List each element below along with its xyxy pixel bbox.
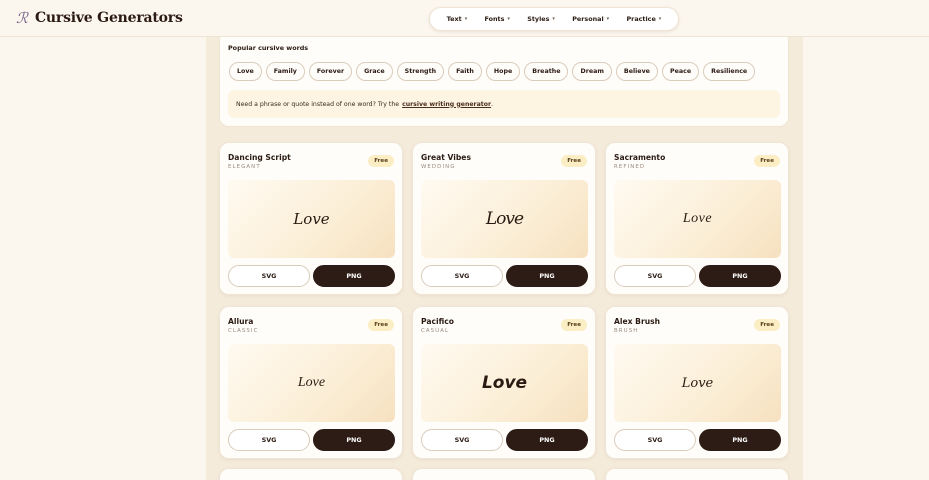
free-badge: Free [561, 155, 587, 167]
download-png-button[interactable]: PNG [313, 265, 395, 287]
font-name: Dancing Script [228, 153, 291, 162]
nav-label: Text [446, 15, 462, 23]
font-preview: Love [614, 344, 781, 422]
chevron-down-icon: ▾ [658, 16, 662, 22]
font-preview: Love [421, 344, 588, 422]
main-nav: Text ▾ Fonts ▾ Styles ▾ Personal ▾ Practice ▾ [429, 7, 679, 31]
chevron-down-icon: ▾ [552, 16, 555, 22]
chevron-down-icon: ▾ [606, 16, 610, 22]
font-tag: ELEGANT [228, 164, 261, 170]
font-name: Allura [228, 317, 254, 326]
free-badge: Free [754, 155, 780, 167]
nav-item-practice[interactable]: Practice ▾ [626, 15, 661, 23]
font-preview: Love [614, 180, 781, 258]
font-preview: Love [228, 344, 395, 422]
font-card-partial [605, 468, 789, 480]
nav-item-text[interactable]: Text ▾ [447, 15, 468, 23]
font-card-great-vibes: Great Vibes WEDDING Free Love SVG PNG [412, 142, 596, 295]
font-tag: CASUAL [421, 328, 450, 334]
popular-words-title: Popular cursive words [228, 44, 309, 52]
nav-label: Practice [626, 15, 656, 23]
font-card-partial [412, 468, 596, 480]
font-card-pacifico: Pacifico CASUAL Free Love SVG PNG [412, 306, 596, 459]
download-png-button[interactable]: PNG [506, 429, 588, 451]
font-card-dancing-script: Dancing Script ELEGANT Free Love SVG PNG [219, 142, 403, 295]
word-chip[interactable]: Family [265, 62, 305, 81]
font-tag: WEDDING [421, 164, 456, 170]
word-chip[interactable]: Dream [572, 62, 612, 81]
word-chip[interactable]: Peace [661, 62, 700, 81]
tip-end: . [491, 100, 494, 108]
nav-item-fonts[interactable]: Fonts ▾ [485, 15, 510, 23]
font-tag: BRUSH [614, 328, 639, 334]
chevron-down-icon: ▾ [464, 16, 468, 22]
font-tag: CLASSIC [228, 328, 259, 334]
nav-item-personal[interactable]: Personal ▾ [572, 15, 609, 23]
nav-item-styles[interactable]: Styles ▾ [527, 15, 555, 23]
font-preview: Love [421, 180, 588, 258]
font-card-partial [219, 468, 403, 480]
font-name: Alex Brush [614, 317, 661, 326]
font-name: Sacramento [614, 153, 666, 162]
font-card-sacramento: Sacramento REFINED Free Love SVG PNG [605, 142, 789, 295]
word-chip[interactable]: Breathe [524, 62, 569, 81]
site-header: ℛ Cursive Generators Text ▾ Fonts ▾ Styles… [0, 0, 929, 37]
nav-label: Fonts [484, 15, 505, 23]
font-tag: REFINED [614, 164, 646, 170]
word-chip[interactable]: Hope [485, 62, 521, 81]
free-badge: Free [754, 319, 780, 331]
word-chip[interactable]: Love [229, 62, 262, 81]
tip-text: Need a phrase or quote instead of one wo… [236, 100, 400, 108]
word-chip[interactable]: Strength [396, 62, 445, 81]
download-svg-button[interactable]: SVG [421, 265, 503, 287]
font-preview: Love [228, 180, 395, 258]
word-chip[interactable]: Faith [448, 62, 482, 81]
word-chip[interactable]: Resilience [703, 62, 756, 81]
download-svg-button[interactable]: SVG [228, 429, 310, 451]
font-name: Pacifico [421, 317, 454, 326]
font-name: Great Vibes [421, 153, 471, 162]
font-card-allura: Allura CLASSIC Free Love SVG PNG [219, 306, 403, 459]
download-png-button[interactable]: PNG [313, 429, 395, 451]
nav-label: Personal [572, 15, 604, 23]
popular-words-card: Popular cursive words Love Family Foreve… [219, 37, 789, 127]
word-chip[interactable]: Believe [615, 62, 658, 81]
download-svg-button[interactable]: SVG [614, 429, 696, 451]
download-svg-button[interactable]: SVG [228, 265, 310, 287]
font-card-alex-brush: Alex Brush BRUSH Free Love SVG PNG [605, 306, 789, 459]
download-png-button[interactable]: PNG [506, 265, 588, 287]
phrase-tip: Need a phrase or quote instead of one wo… [228, 90, 780, 118]
free-badge: Free [561, 319, 587, 331]
word-chip-list: Love Family Forever Grace Strength Faith… [229, 62, 756, 81]
free-badge: Free [368, 319, 394, 331]
download-svg-button[interactable]: SVG [614, 265, 696, 287]
nav-label: Styles [527, 15, 550, 23]
download-svg-button[interactable]: SVG [421, 429, 503, 451]
chevron-down-icon: ▾ [507, 16, 510, 22]
word-chip[interactable]: Grace [356, 62, 393, 81]
logo-text: Cursive Generators [34, 10, 183, 26]
word-chip[interactable]: Forever [308, 62, 353, 81]
download-png-button[interactable]: PNG [699, 265, 781, 287]
cursive-writing-generator-link[interactable]: cursive writing generator [402, 101, 491, 108]
logo-icon: ℛ [16, 9, 28, 27]
site-logo[interactable]: ℛ Cursive Generators [16, 9, 183, 27]
free-badge: Free [368, 155, 394, 167]
download-png-button[interactable]: PNG [699, 429, 781, 451]
